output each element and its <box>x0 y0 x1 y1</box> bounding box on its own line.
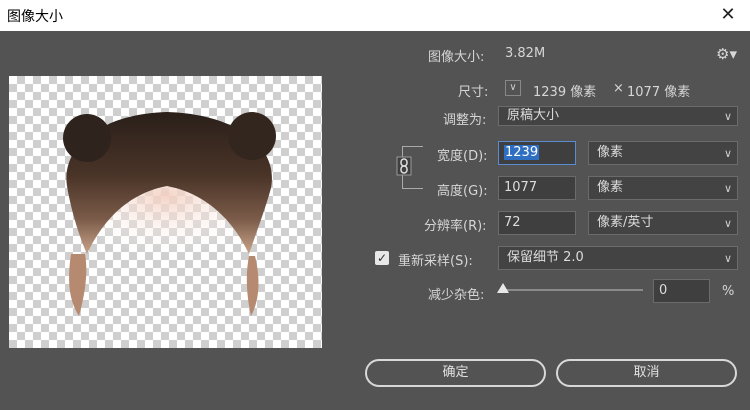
width-input[interactable]: 1239 <box>498 141 576 165</box>
image-size-dialog: 图像大小 ✕ 图像大小: 3.82M ⚙▾ 尺寸: ∨ 1239 像素 × 10… <box>0 0 750 410</box>
height-value: 1077 <box>504 180 538 195</box>
image-size-value: 3.82M <box>505 46 546 61</box>
resample-method-value: 保留细节 2.0 <box>507 250 584 265</box>
width-unit-select[interactable]: 像素 ∨ <box>588 141 738 165</box>
image-preview[interactable] <box>9 76 322 348</box>
dialog-title: 图像大小 <box>7 9 63 25</box>
height-label: 高度(G): <box>437 184 488 199</box>
resolution-value: 72 <box>504 215 521 230</box>
hair-preview-image <box>63 112 276 316</box>
height-input[interactable]: 1077 <box>498 176 576 200</box>
resolution-unit-value: 像素/英寸 <box>597 215 654 230</box>
close-icon[interactable]: ✕ <box>716 3 740 27</box>
dimensions-times: × <box>613 81 624 96</box>
resample-checkbox[interactable]: ✓ <box>375 251 389 265</box>
width-unit-value: 像素 <box>597 145 624 160</box>
resample-label: 重新采样(S): <box>398 254 473 269</box>
width-label: 宽度(D): <box>437 149 488 164</box>
image-size-label: 图像大小: <box>428 50 485 65</box>
height-unit-select[interactable]: 像素 ∨ <box>588 176 738 200</box>
gear-icon[interactable]: ⚙▾ <box>716 45 737 63</box>
chevron-down-icon: ∨ <box>723 147 732 160</box>
chevron-down-icon: ∨ <box>723 182 732 195</box>
fit-to-select[interactable]: 原稿大小 ∨ <box>498 106 738 126</box>
reduce-noise-label: 减少杂色: <box>428 288 485 303</box>
title-bar: 图像大小 ✕ <box>0 0 750 31</box>
dimensions-unit-dropdown[interactable]: ∨ <box>505 80 521 96</box>
chevron-down-icon: ∨ <box>723 110 732 123</box>
reduce-noise-value: 0 <box>659 283 668 298</box>
resolution-label: 分辨率(R): <box>424 219 487 234</box>
resolution-input[interactable]: 72 <box>498 211 576 235</box>
dimensions-height: 1077 像素 <box>627 85 691 100</box>
resample-method-select[interactable]: 保留细节 2.0 ∨ <box>498 246 738 270</box>
ok-button-label: 确定 <box>442 365 469 380</box>
resolution-unit-select[interactable]: 像素/英寸 ∨ <box>588 211 738 235</box>
fit-to-label: 调整为: <box>443 113 487 128</box>
dimensions-label: 尺寸: <box>458 85 489 100</box>
chevron-down-icon: ∨ <box>723 252 732 265</box>
constrain-proportions-link-icon[interactable] <box>396 156 412 176</box>
reduce-noise-unit: % <box>722 284 735 299</box>
reduce-noise-input[interactable]: 0 <box>653 279 710 303</box>
cancel-button[interactable]: 取消 <box>556 359 737 387</box>
reduce-noise-slider-track[interactable] <box>502 289 643 291</box>
chevron-down-icon: ∨ <box>509 82 517 93</box>
fit-to-value: 原稿大小 <box>507 108 560 123</box>
dimensions-width: 1239 像素 <box>533 85 597 100</box>
chevron-down-icon: ∨ <box>723 217 732 230</box>
width-value: 1239 <box>504 145 540 160</box>
cancel-button-label: 取消 <box>633 365 660 380</box>
reduce-noise-slider-thumb[interactable] <box>497 283 509 293</box>
ok-button[interactable]: 确定 <box>365 359 546 387</box>
height-unit-value: 像素 <box>597 180 624 195</box>
